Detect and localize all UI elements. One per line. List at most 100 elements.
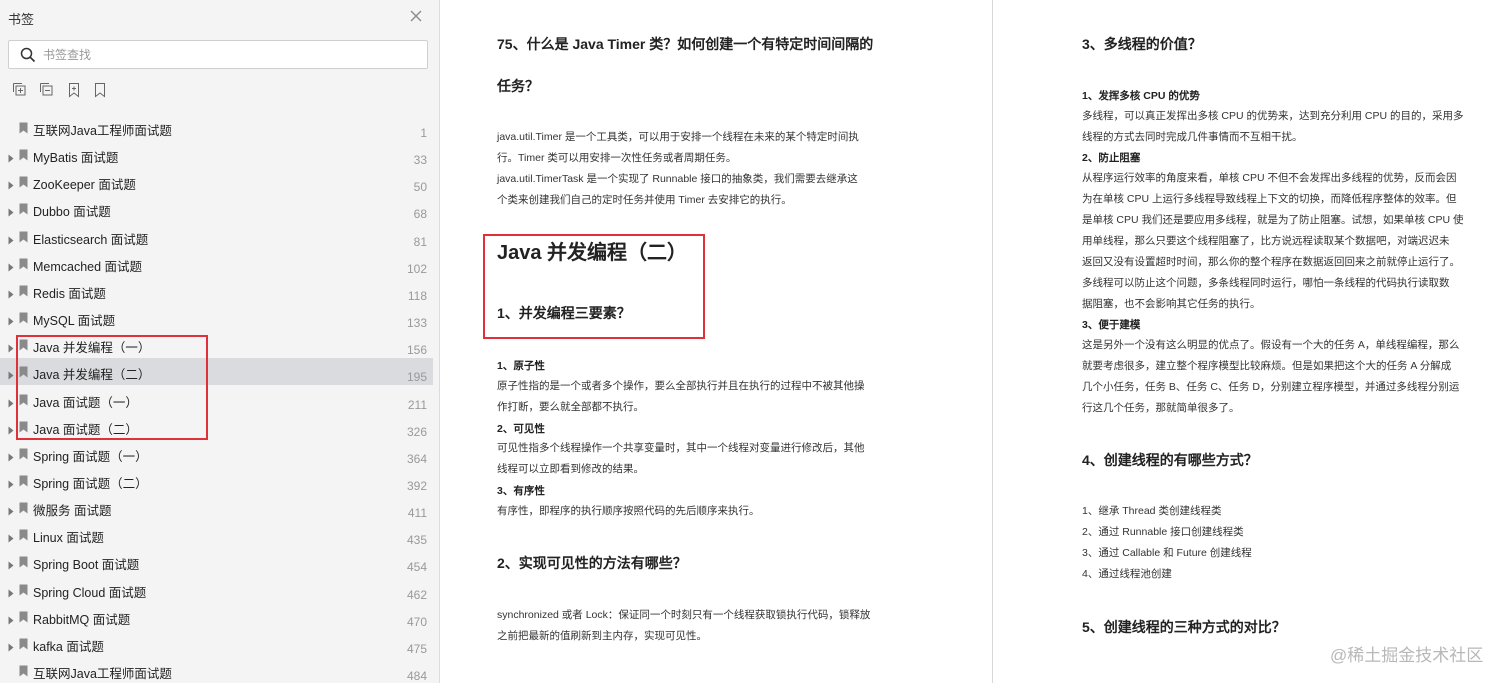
chevron-right-icon[interactable] (8, 422, 14, 435)
bookmark-page-number: 68 (413, 207, 427, 222)
bookmark-item[interactable]: Dubbo 面试题 68 (0, 195, 433, 222)
bookmark-icon (19, 610, 28, 623)
chevron-right-icon[interactable] (8, 177, 14, 190)
bookmark-page-number: 475 (406, 641, 427, 656)
bookmark-icon (19, 257, 28, 270)
chevron-right-icon[interactable] (8, 313, 14, 326)
bookmark-label: Spring 面试题（一） (33, 449, 148, 464)
paragraph-line: java.util.TimerTask 是一个实现了 Runnable 接口的抽… (497, 173, 858, 185)
bookmark-icon (19, 338, 28, 351)
chevron-right-icon[interactable] (8, 150, 14, 163)
paragraph-line: 线程的方式去同时完成几件事情而不互相干扰。 (1082, 131, 1303, 143)
page-divider (992, 0, 993, 683)
bookmark-item[interactable]: Redis 面试题 118 (0, 277, 433, 304)
question-75-title-line1: 75、什么是 Java Timer 类？如何创建一个有特定时间间隔的 (497, 36, 874, 52)
chevron-right-icon[interactable] (8, 530, 14, 543)
question-75-title-line2: 任务？ (497, 78, 539, 94)
chevron-right-icon[interactable] (8, 232, 14, 245)
bookmark-item[interactable]: Java 面试题（二） 326 (0, 413, 433, 440)
chevron-right-icon[interactable] (8, 503, 14, 516)
paragraph-line: 多线程，可以真正发挥出多核 CPU 的优势来，达到充分利用 CPU 的目的，采用… (1082, 110, 1464, 122)
chevron-right-icon[interactable] (8, 367, 14, 380)
bookmark-item[interactable]: ZooKeeper 面试题 50 (0, 168, 433, 195)
bookmark-item[interactable]: Spring Boot 面试题 454 (0, 548, 433, 575)
bookmark-label: Java 面试题（一） (33, 395, 138, 410)
bookmark-item[interactable]: Memcached 面试题 102 (0, 250, 433, 277)
bookmark-item[interactable]: Spring Cloud 面试题 462 (0, 576, 433, 603)
paragraph-line: 用单线程，那么只要这个线程阻塞了，比方说远程读取某个数据吧，对端迟迟未 (1082, 235, 1450, 247)
bookmark-search-box (8, 40, 428, 69)
chevron-right-icon[interactable] (8, 340, 14, 353)
bookmark-icon[interactable] (92, 82, 108, 98)
chevron-right-icon[interactable] (8, 259, 14, 272)
chevron-right-icon[interactable] (8, 557, 14, 570)
bookmark-icon (19, 148, 28, 161)
bookmark-item[interactable]: Linux 面试题 435 (0, 521, 433, 548)
paragraph-line: 线程可以立即看到修改的结果。 (497, 463, 644, 475)
chevron-right-icon[interactable] (8, 585, 14, 598)
chevron-right-icon[interactable] (8, 612, 14, 625)
bookmark-sidebar: 书签 互联网Java工程师面试题1MyBatis 面试题33ZooKeeper … (0, 0, 440, 683)
bookmark-page-number: 133 (406, 316, 427, 331)
watermark: @稀土掘金技术社区 (1330, 646, 1484, 665)
close-icon[interactable] (408, 8, 424, 24)
collapse-all-icon[interactable] (39, 82, 55, 98)
expand-all-icon[interactable] (12, 82, 28, 98)
question-5-title: 5、创建线程的三种方式的对比？ (1082, 619, 1286, 635)
paragraph-line: 为在单核 CPU 上运行多线程导致线程上下文的切换，而降低程序整体的效率。但 (1082, 193, 1457, 205)
bookmark-item[interactable]: Java 面试题（一） 211 (0, 386, 433, 413)
chevron-right-icon[interactable] (8, 449, 14, 462)
bookmark-page-number: 1 (420, 126, 427, 140)
question-1-title: 1、并发编程三要素？ (497, 305, 631, 321)
chevron-right-icon[interactable] (8, 204, 14, 217)
bookmark-item[interactable]: Spring 面试题（一） 364 (0, 440, 433, 467)
bookmark-page-number: 326 (406, 424, 427, 439)
paragraph-line: 是单核 CPU 我们还是要应用多线程，就是为了防止阻塞。试想，如果单核 CPU … (1082, 214, 1464, 226)
bookmark-icon (19, 202, 28, 215)
paragraph-line: 行这几个任务，那就简单很多了。 (1082, 402, 1240, 414)
bookmark-page-number: 118 (407, 288, 427, 303)
question-3-title: 3、多线程的价值？ (1082, 36, 1202, 52)
bookmark-label: ZooKeeper 面试题 (33, 178, 136, 193)
paragraph-line: 行。Timer 类可以用安排一次性任务或者周期任务。 (497, 152, 737, 164)
bookmark-search-input[interactable] (43, 45, 413, 65)
bookmark-item[interactable]: kafka 面试题 475 (0, 630, 433, 657)
bookmark-page-number: 462 (406, 587, 427, 602)
bookmark-icon (19, 501, 28, 514)
chevron-right-icon[interactable] (8, 395, 14, 407)
bookmark-label: MySQL 面试题 (33, 314, 116, 329)
bookmark-page-number: 156 (406, 343, 427, 358)
chevron-right-icon[interactable] (8, 286, 14, 299)
bookmark-item[interactable]: Elasticsearch 面试题 81 (0, 223, 433, 250)
section-heading: 2、防止阻塞 (1082, 152, 1141, 164)
bookmark-item[interactable]: Java 并发编程（二） 195 (0, 358, 433, 386)
bookmark-icon (19, 528, 28, 541)
bookmark-label: Dubbo 面试题 (33, 205, 111, 220)
bookmark-page-number: 435 (406, 533, 427, 548)
list-item: 3、通过 Callable 和 Future 创建线程 (1082, 547, 1252, 559)
bookmark-label: RabbitMQ 面试题 (33, 612, 131, 627)
bookmark-label: Spring 面试题（二） (33, 476, 148, 491)
bookmark-item[interactable]: 微服务 面试题 411 (0, 494, 433, 521)
paragraph-line: 之前把最新的值刷新到主内存，实现可见性。 (497, 630, 707, 642)
chevron-right-icon[interactable] (8, 639, 14, 652)
bookmark-item[interactable]: Java 并发编程（一） 156 (0, 331, 433, 358)
chevron-right-icon[interactable] (8, 476, 14, 489)
bookmark-page-number: 470 (406, 614, 427, 629)
bookmark-item[interactable]: RabbitMQ 面试题 470 (0, 603, 433, 630)
paragraph-line: 几个小任务，任务 B、任务 C、任务 D，分别建立程序模型，并通过多线程分别运 (1082, 381, 1460, 393)
bookmark-item[interactable]: Spring 面试题（二） 392 (0, 467, 433, 494)
bookmark-item[interactable]: 互联网Java工程师面试题 484 (0, 657, 433, 683)
bookmark-icon (19, 230, 28, 243)
paragraph-line: 据阻塞，也不会影响其它任务的执行。 (1082, 298, 1261, 310)
bookmark-page-number: 364 (406, 451, 427, 466)
bookmark-icon (19, 175, 28, 188)
bookmark-item[interactable]: MyBatis 面试题 33 (0, 141, 433, 168)
bookmark-item[interactable]: 互联网Java工程师面试题 1 (0, 114, 433, 141)
bookmark-page-number: 81 (413, 234, 427, 249)
bookmark-icon (19, 664, 28, 677)
bookmark-page-number: 454 (406, 560, 427, 575)
bookmark-item[interactable]: MySQL 面试题 133 (0, 304, 433, 331)
section-heading: 3、便于建模 (1082, 319, 1141, 331)
add-bookmark-icon[interactable] (66, 82, 82, 98)
